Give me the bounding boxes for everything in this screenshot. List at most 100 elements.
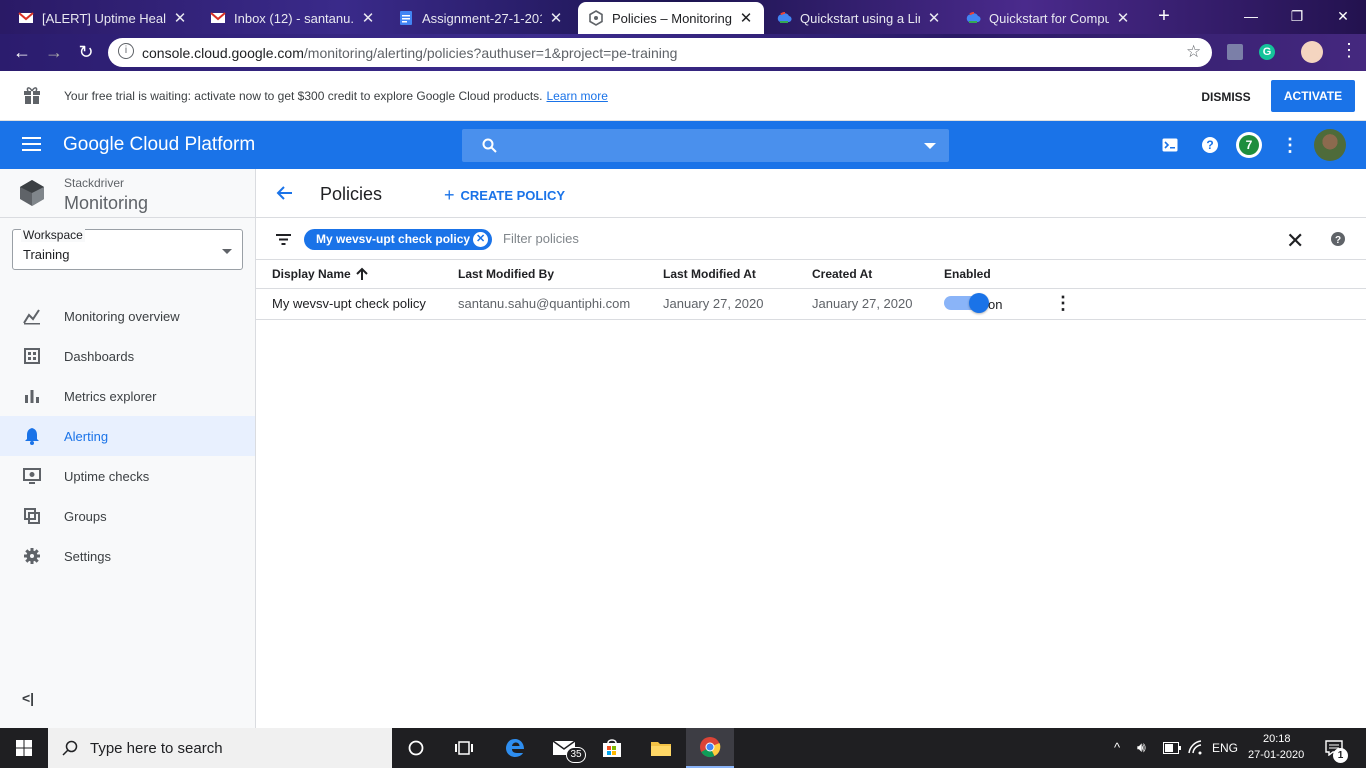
learn-more-link[interactable]: Learn more (547, 89, 608, 103)
extension-icon[interactable] (1227, 44, 1243, 60)
free-trial-banner: Your free trial is waiting: activate now… (0, 71, 1366, 121)
wifi-icon[interactable] (1188, 740, 1204, 756)
column-header-created-at[interactable]: Created At (812, 267, 872, 281)
column-header-last-modified-by[interactable]: Last Modified By (458, 267, 554, 281)
collapse-sidebar-button[interactable]: <| (22, 690, 34, 706)
restore-button[interactable]: ❐ (1274, 0, 1320, 32)
cloud-shell-icon[interactable] (1158, 133, 1182, 157)
clock-time[interactable]: 20:18 (1263, 733, 1291, 745)
close-icon[interactable]: ✕ (738, 9, 754, 27)
chevron-down-icon[interactable] (924, 143, 936, 149)
battery-icon[interactable] (1163, 742, 1181, 754)
column-header-display-name[interactable]: Display Name (272, 267, 351, 281)
workspace-select[interactable]: Workspace Training (12, 228, 243, 270)
notifications-icon[interactable]: 7 (1236, 132, 1262, 158)
sort-ascending-icon[interactable] (355, 267, 369, 281)
column-header-last-modified-at[interactable]: Last Modified At (663, 267, 756, 281)
cortana-icon[interactable] (392, 728, 440, 768)
product-subtitle: Stackdriver (64, 176, 125, 190)
mail-icon[interactable]: 35 (540, 728, 588, 768)
windows-start-icon[interactable] (16, 740, 32, 756)
activate-button[interactable]: ACTIVATE (1271, 80, 1355, 112)
dismiss-button[interactable]: DISMISS (1190, 86, 1262, 108)
sidebar-item-settings[interactable]: Settings (0, 536, 255, 576)
browser-tab[interactable]: Inbox (12) - santanu.sa ✕ (200, 2, 386, 34)
tab-title: Quickstart using a Linu (800, 10, 920, 26)
profile-avatar[interactable] (1301, 41, 1323, 63)
toggle-knob[interactable] (969, 293, 989, 313)
stackdriver-icon (589, 10, 603, 26)
store-icon[interactable] (588, 728, 636, 768)
browser-tab[interactable]: Quickstart for Compute ✕ (955, 2, 1141, 34)
back-icon[interactable]: ← (8, 38, 36, 66)
remove-filter-icon[interactable]: ✕ (473, 232, 489, 247)
gmail-icon (210, 12, 226, 23)
search-bar[interactable] (462, 129, 949, 162)
gear-icon (24, 548, 40, 564)
taskbar: Type here to search 35 ^ 🔊︎ ENG 20:18 27… (0, 728, 1366, 768)
grammarly-extension-icon[interactable]: G (1259, 44, 1275, 60)
browser-menu-icon[interactable]: ⋮ (1340, 40, 1358, 61)
create-policy-button[interactable]: + CREATE POLICY (444, 185, 565, 206)
sidebar-item-label: Alerting (64, 428, 109, 444)
forward-icon[interactable]: → (40, 38, 68, 66)
help-icon[interactable]: ? (1330, 231, 1346, 247)
sidebar-item-uptime-checks[interactable]: Uptime checks (0, 456, 255, 496)
taskbar-search[interactable]: Type here to search (48, 728, 392, 768)
browser-tab[interactable]: [ALERT] Uptime Health ✕ (8, 2, 198, 34)
clock-date[interactable]: 27-01-2020 (1248, 749, 1304, 761)
close-icon[interactable]: ✕ (1286, 228, 1304, 254)
filter-icon[interactable] (276, 234, 291, 245)
show-hidden-icons-icon[interactable]: ^ (1114, 740, 1120, 755)
account-avatar[interactable] (1314, 129, 1346, 161)
sidebar-item-metrics-explorer[interactable]: Metrics explorer (0, 376, 255, 416)
filter-input[interactable]: Filter policies (503, 231, 579, 246)
divider (256, 288, 1366, 289)
browser-tab[interactable]: Quickstart using a Linu ✕ (766, 2, 952, 34)
language-indicator[interactable]: ENG (1212, 741, 1238, 755)
hamburger-menu-icon[interactable] (22, 137, 41, 152)
info-icon[interactable]: i (118, 43, 134, 59)
chevron-down-icon (222, 249, 232, 254)
browser-tab-active[interactable]: Policies – Monitoring – ✕ (578, 2, 764, 34)
close-icon[interactable]: ✕ (172, 9, 188, 27)
sidebar-item-dashboards[interactable]: Dashboards (0, 336, 255, 376)
bookmark-star-icon[interactable]: ☆ (1186, 42, 1201, 62)
sidebar-item-alerting[interactable]: Alerting (0, 416, 255, 456)
column-header-enabled[interactable]: Enabled (944, 267, 991, 281)
notification-count: 7 (1239, 135, 1259, 155)
more-vert-icon[interactable]: ⋮ (1054, 293, 1072, 314)
close-icon[interactable]: ✕ (926, 9, 942, 27)
sidebar-item-label: Groups (64, 508, 107, 524)
sidebar-item-monitoring-overview[interactable]: Monitoring overview (0, 296, 255, 336)
chrome-icon[interactable] (686, 728, 734, 768)
cell-created-at: January 27, 2020 (812, 296, 913, 311)
address-bar[interactable]: i console.cloud.google.com/monitoring/al… (108, 38, 1212, 67)
more-vert-icon[interactable]: ⋮ (1278, 133, 1302, 157)
back-arrow-icon[interactable] (276, 185, 293, 201)
volume-icon[interactable]: 🔊︎ (1137, 739, 1146, 756)
filter-bar: My wevsv-upt check policy ✕ Filter polic… (256, 217, 1366, 260)
sidebar-item-label: Dashboards (64, 348, 135, 364)
gcp-title[interactable]: Google Cloud Platform (63, 134, 255, 156)
sidebar-item-groups[interactable]: Groups (0, 496, 255, 536)
filter-chip[interactable]: My wevsv-upt check policy ✕ (304, 229, 493, 250)
close-icon[interactable]: ✕ (360, 9, 376, 27)
tab-title: [ALERT] Uptime Health (42, 10, 166, 26)
close-icon[interactable]: ✕ (548, 9, 564, 27)
banner-message: Your free trial is waiting: activate now… (64, 89, 608, 103)
new-tab-button[interactable]: + (1148, 0, 1180, 32)
column-header-label: Display Name (272, 267, 351, 281)
close-icon[interactable]: ✕ (1115, 9, 1131, 27)
toggle-label: on (988, 297, 1003, 312)
browser-tab[interactable]: Assignment-27-1-2019 ✕ (388, 2, 574, 34)
window-close-button[interactable]: ✕ (1320, 0, 1366, 32)
file-explorer-icon[interactable] (637, 728, 685, 768)
edge-browser-icon[interactable] (491, 728, 539, 768)
tab-title: Assignment-27-1-2019 (422, 10, 542, 26)
minimize-button[interactable]: — (1228, 0, 1274, 32)
task-view-icon[interactable] (440, 728, 488, 768)
policy-name-link[interactable]: My wevsv-upt check policy (272, 296, 426, 311)
help-icon[interactable]: ? (1198, 133, 1222, 157)
reload-icon[interactable]: ↻ (72, 38, 100, 66)
